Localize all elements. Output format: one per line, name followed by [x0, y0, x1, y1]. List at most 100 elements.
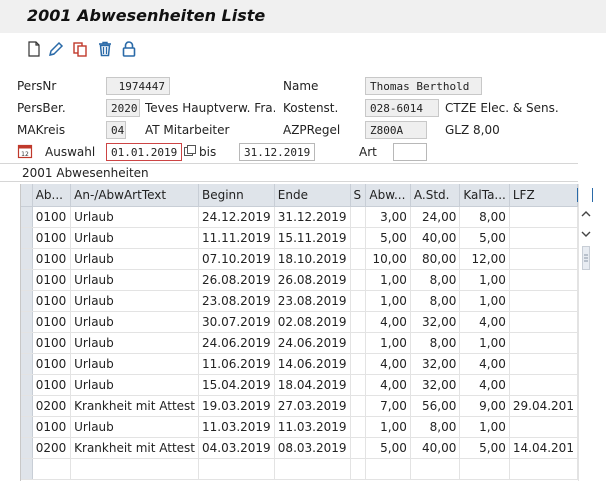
kostenst-text: CTZE Elec. & Sens. [445, 101, 559, 115]
table-cell: 4,00 [459, 353, 510, 375]
column-header-kaltage[interactable]: KalTa... [459, 184, 510, 207]
table-cell: 0100 [32, 206, 72, 228]
table-cell: 5,00 [459, 227, 510, 249]
new-document-icon[interactable] [25, 40, 43, 58]
art-input[interactable] [393, 143, 427, 161]
table-cell: 12,00 [459, 248, 510, 270]
table-cell [509, 332, 578, 354]
table-cell: 32,00 [410, 311, 461, 333]
row-selector[interactable] [21, 227, 33, 249]
table-row[interactable]: 0100 Urlaub 26.08.2019 26.08.2019 1,00 8,00 1,… [21, 269, 578, 291]
table-cell [365, 458, 411, 480]
table-cell: 14.06.2019 [274, 353, 351, 375]
table-cell [274, 458, 351, 480]
table-row[interactable]: 0200 Krankheit mit Attest 19.03.2019 27.03.… [21, 395, 578, 417]
table-cell [410, 458, 461, 480]
column-header-abwtage[interactable]: Abw... [365, 184, 411, 207]
column-header-abwarttext[interactable]: An-/AbwArtText [70, 184, 199, 207]
table-cell: 40,00 [410, 437, 461, 459]
column-header-beginn[interactable]: Beginn [198, 184, 275, 207]
column-header-ende[interactable]: Ende [274, 184, 351, 207]
table-row[interactable]: 0100 Urlaub 11.03.2019 11.03.2019 1,00 8,00 1,… [21, 416, 578, 438]
table-cell: 0100 [32, 248, 72, 270]
table-row[interactable]: 0100 Urlaub 23.08.2019 23.08.2019 1,00 8,00 1,… [21, 290, 578, 312]
makreis-field: 04 [106, 121, 126, 139]
table-cell: 0100 [32, 374, 72, 396]
table-cell: Krankheit mit Attest [70, 437, 199, 459]
row-selector[interactable] [21, 395, 33, 417]
table-cell [198, 458, 275, 480]
table-cell: 0100 [32, 269, 72, 291]
name-field: Thomas Berthold [365, 77, 482, 95]
table-row[interactable]: 0100 Urlaub 11.06.2019 14.06.2019 4,00 32,00 4… [21, 353, 578, 375]
table-cell: 0100 [32, 353, 72, 375]
table-cell [509, 290, 578, 312]
table-cell [509, 458, 578, 480]
scroll-thumb[interactable] [582, 246, 590, 270]
table-cell: 02.08.2019 [274, 311, 351, 333]
table-cell: 3,00 [365, 206, 411, 228]
auswahl-to-input[interactable]: 31.12.2019 [239, 143, 315, 161]
table-row[interactable]: 0100 Urlaub 24.06.2019 24.06.2019 1,00 8,00 1,… [21, 332, 578, 354]
table-cell [21, 458, 33, 480]
table-cell: 31.12.2019 [274, 206, 351, 228]
persber-field: 2020 [106, 99, 140, 117]
table-cell [350, 311, 367, 333]
row-selector[interactable] [21, 311, 33, 333]
scroll-down-icon[interactable] [581, 228, 591, 238]
table-cell: Urlaub [70, 248, 199, 270]
row-selector[interactable] [21, 332, 33, 354]
table-row[interactable]: 0100 Urlaub 15.04.2019 18.04.2019 4,00 32,00 4… [21, 374, 578, 396]
table-row[interactable]: 0100 Urlaub 24.12.2019 31.12.2019 3,00 24,00 8… [21, 206, 578, 228]
table-cell: 15.11.2019 [274, 227, 351, 249]
table-row[interactable]: 0200 Krankheit mit Attest 04.03.2019 08.03.… [21, 437, 578, 459]
table-cell [70, 458, 199, 480]
row-selector[interactable] [21, 416, 33, 438]
row-selector[interactable] [21, 353, 33, 375]
delete-trash-icon[interactable] [96, 40, 114, 58]
lock-icon[interactable] [120, 40, 138, 58]
row-selector[interactable] [21, 269, 33, 291]
value-help-icon[interactable] [183, 144, 197, 158]
azpregel-text: GLZ 8,00 [445, 123, 500, 137]
table-cell [350, 437, 367, 459]
row-selector[interactable] [21, 206, 33, 228]
column-header-lfz[interactable]: LFZ [509, 184, 578, 207]
kostenst-field: 028-6014 [365, 99, 439, 117]
table-cell: 0100 [32, 416, 72, 438]
row-selector[interactable] [21, 290, 33, 312]
table-cell [350, 332, 367, 354]
table-row[interactable]: 0100 Urlaub 30.07.2019 02.08.2019 4,00 32,00 4… [21, 311, 578, 333]
column-header-astd[interactable]: A.Std. [410, 184, 461, 207]
auswahl-from-input[interactable]: 01.01.2019 [106, 143, 182, 161]
row-selector[interactable] [21, 248, 33, 270]
table-cell [509, 248, 578, 270]
empty-row [21, 458, 578, 480]
table-cell: Urlaub [70, 332, 199, 354]
table-cell: 0100 [32, 311, 72, 333]
vertical-scrollbar[interactable] [578, 184, 592, 481]
table-cell: 07.10.2019 [198, 248, 275, 270]
table-row[interactable]: 0100 Urlaub 11.11.2019 15.11.2019 5,00 40,00 5… [21, 227, 578, 249]
table-cell [509, 269, 578, 291]
scroll-up-icon[interactable] [581, 208, 591, 218]
row-selector-header[interactable] [21, 184, 33, 207]
table-row[interactable]: 0100 Urlaub 07.10.2019 18.10.2019 10,00 80,00… [21, 248, 578, 270]
title-bar: 2001 Abwesenheiten Liste [0, 0, 606, 33]
table-cell: 1,00 [459, 416, 510, 438]
edit-pencil-icon[interactable] [47, 40, 65, 58]
table-cell: 1,00 [459, 332, 510, 354]
copy-icon[interactable] [71, 40, 89, 58]
table-cell: 0200 [32, 395, 72, 417]
row-selector[interactable] [21, 374, 33, 396]
table-header-row: Ab... An-/AbwArtText Beginn Ende S Abw..… [21, 184, 578, 207]
row-selector[interactable] [21, 437, 33, 459]
table-cell: Urlaub [70, 206, 199, 228]
table-cell [459, 458, 510, 480]
column-header-abwart[interactable]: Ab... [32, 184, 72, 207]
table-cell: Urlaub [70, 374, 199, 396]
column-header-s[interactable]: S [350, 184, 367, 207]
calendar-icon[interactable]: 12 [17, 143, 33, 159]
table-cell: 08.03.2019 [274, 437, 351, 459]
table-cell: 8,00 [410, 332, 461, 354]
